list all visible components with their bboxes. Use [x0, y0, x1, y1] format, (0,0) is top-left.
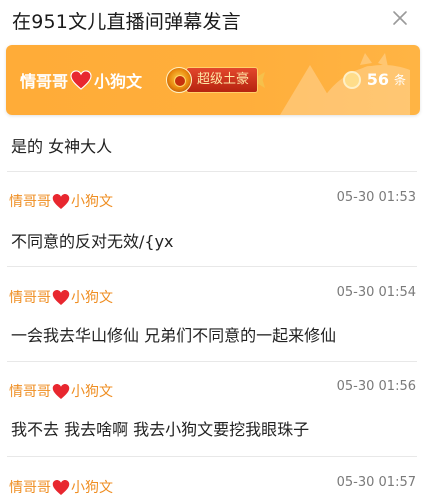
message-time: 05-30 01:56 [336, 379, 416, 394]
banner-username-part2: 小狗文 [94, 72, 143, 91]
user-banner: 情哥哥 小狗文 超级土豪 56 条 [6, 45, 420, 115]
user-name-part1: 情哥哥 [9, 194, 51, 210]
heart-icon [52, 383, 70, 399]
user-name-part2: 小狗文 [71, 290, 113, 306]
badge-label: 超级土豪 [186, 67, 259, 93]
medal-icon [166, 67, 192, 93]
heart-icon [52, 193, 70, 209]
divider [7, 266, 417, 267]
divider [7, 171, 417, 172]
level-badge: 超级土豪 [166, 67, 266, 93]
coin-icon [342, 70, 361, 89]
message-text: 我不去 我去啥啊 我去小狗文要挖我眼珠子 [11, 420, 310, 439]
user-name-part1: 情哥哥 [9, 384, 51, 400]
heart-icon [70, 70, 92, 90]
close-icon[interactable] [390, 8, 410, 28]
banner-username: 情哥哥 小狗文 [20, 68, 142, 92]
heart-icon [52, 479, 70, 495]
divider [7, 361, 417, 362]
message-text: 一会我去华山修仙 兄弟们不同意的一起来修仙 [11, 326, 337, 345]
page-title: 在951文儿直播间弹幕发言 [12, 11, 241, 33]
heart-icon [52, 289, 70, 305]
user-name-part2: 小狗文 [71, 480, 113, 496]
user-name-part1: 情哥哥 [9, 290, 51, 306]
banner-username-part1: 情哥哥 [20, 72, 69, 91]
message-user[interactable]: 情哥哥 小狗文 [9, 381, 113, 401]
message-text: 不同意的反对无效/{yx [11, 232, 174, 251]
message-time: 05-30 01:53 [336, 190, 416, 205]
message-time: 05-30 01:57 [336, 475, 416, 490]
message-user[interactable]: 情哥哥 小狗文 [9, 477, 113, 497]
count-unit: 条 [393, 73, 406, 87]
user-name-part2: 小狗文 [71, 194, 113, 210]
message-count: 56 条 [342, 70, 406, 89]
header: 在951文儿直播间弹幕发言 [0, 0, 424, 40]
message-time: 05-30 01:54 [336, 285, 416, 300]
message-user[interactable]: 情哥哥 小狗文 [9, 287, 113, 307]
divider [7, 456, 417, 457]
message-user[interactable]: 情哥哥 小狗文 [9, 191, 113, 211]
top-message: 是的 女神大人 [11, 137, 113, 156]
badge-wing-icon [257, 72, 266, 88]
count-value: 56 [366, 70, 389, 89]
user-name-part2: 小狗文 [71, 384, 113, 400]
user-name-part1: 情哥哥 [9, 480, 51, 496]
